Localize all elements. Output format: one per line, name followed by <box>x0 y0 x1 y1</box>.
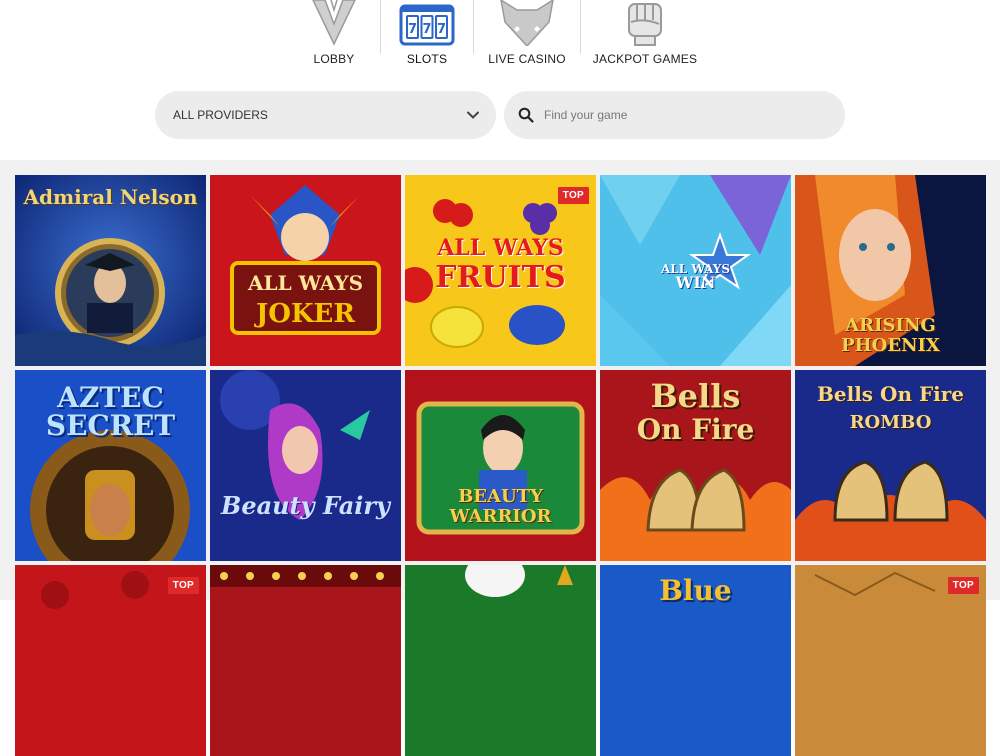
top-badge: TOP <box>947 577 979 594</box>
nav-jackpot-games[interactable]: JACKPOT GAMES <box>581 0 709 66</box>
game-tile[interactable] <box>405 565 596 756</box>
svg-text:7: 7 <box>408 22 417 37</box>
game-artwork <box>210 370 401 561</box>
game-title: Admiral <box>23 185 113 209</box>
game-tile-blue[interactable]: Blue <box>600 565 791 756</box>
nav-live-casino-label: LIVE CASINO <box>488 52 566 66</box>
game-tile-arising-phoenix[interactable]: ARISING PHOENIX <box>795 175 986 366</box>
game-title-line2: On Fire <box>636 413 755 446</box>
game-tile-bells-on-fire[interactable]: Bells On Fire <box>600 370 791 561</box>
search-box <box>504 91 845 139</box>
game-tile[interactable]: TOP <box>15 565 206 756</box>
game-title-line1: ALL WAYS <box>247 271 364 295</box>
fox-icon <box>499 0 555 46</box>
game-title-line2: WIN <box>675 273 716 292</box>
game-grid: Admiral Nelson ALL WAYS JOKER ALL WAYS F… <box>15 175 986 756</box>
game-tile[interactable]: TOP <box>795 565 986 756</box>
game-title: Beauty Fairy <box>221 491 390 520</box>
game-artwork <box>210 565 401 756</box>
nav-live-casino[interactable]: LIVE CASINO <box>474 0 580 66</box>
game-artwork <box>405 370 596 561</box>
top-badge: TOP <box>557 187 589 204</box>
chevron-down-icon <box>467 111 479 119</box>
provider-select-value: ALL PROVIDERS <box>173 108 268 122</box>
game-tile-beauty-fairy[interactable]: Beauty Fairy <box>210 370 401 561</box>
nav-lobby-label: LOBBY <box>313 52 355 66</box>
game-tile-admiral-nelson[interactable]: Admiral Nelson <box>15 175 206 366</box>
game-title-line1: Bells On Fire <box>816 382 965 406</box>
slot-machine-icon: 7 7 7 <box>399 0 455 46</box>
game-title-line2: JOKER <box>256 299 355 329</box>
game-artwork <box>405 565 596 756</box>
category-nav: LOBBY 7 7 7 SLOTS LIVE CASINO JACKPOT GA… <box>288 0 709 70</box>
nav-lobby[interactable]: LOBBY <box>288 0 380 66</box>
game-title: Blue <box>659 574 732 607</box>
game-title-line1: Bells <box>650 377 741 415</box>
svg-text:7: 7 <box>437 22 446 37</box>
game-title-line2: PHOENIX <box>841 335 940 356</box>
game-title-line1: ALL WAYS <box>437 235 564 261</box>
nav-slots[interactable]: 7 7 7 SLOTS <box>381 0 473 66</box>
game-tile[interactable] <box>210 565 401 756</box>
nav-jackpot-games-label: JACKPOT GAMES <box>592 52 698 66</box>
game-title-line2: WARRIOR <box>449 506 552 527</box>
game-title-line1: ARISING <box>845 315 936 336</box>
top-badge: TOP <box>167 577 199 594</box>
search-input[interactable] <box>542 99 829 131</box>
game-grid-area: Admiral Nelson ALL WAYS JOKER ALL WAYS F… <box>0 160 1000 756</box>
provider-select[interactable]: ALL PROVIDERS <box>155 91 496 139</box>
lobby-shield-icon <box>309 0 359 46</box>
game-title: Nelson <box>119 185 198 209</box>
game-tile-aztec-secret[interactable]: AZTEC SECRET <box>15 370 206 561</box>
nav-slots-label: SLOTS <box>406 52 448 66</box>
game-title-line2: SECRET <box>45 409 176 442</box>
game-tile-beauty-warrior[interactable]: BEAUTY WARRIOR <box>405 370 596 561</box>
game-tile-all-ways-fruits[interactable]: ALL WAYS FRUITS TOP <box>405 175 596 366</box>
fist-icon <box>625 0 665 46</box>
svg-text:7: 7 <box>422 22 431 37</box>
game-tile-all-ways-joker[interactable]: ALL WAYS JOKER <box>210 175 401 366</box>
game-title-line2: FRUITS <box>435 260 566 295</box>
game-tile-bells-on-fire-rombo[interactable]: Bells On Fire ROMBO <box>795 370 986 561</box>
game-tile-all-ways-win[interactable]: ALL WAYS WIN <box>600 175 791 366</box>
header: LOBBY 7 7 7 SLOTS LIVE CASINO JACKPOT GA… <box>0 0 1000 160</box>
search-icon <box>518 107 534 123</box>
game-title-line2: ROMBO <box>849 412 932 433</box>
game-title-line1: AZTEC <box>57 381 164 414</box>
game-title-line1: BEAUTY <box>458 486 543 507</box>
